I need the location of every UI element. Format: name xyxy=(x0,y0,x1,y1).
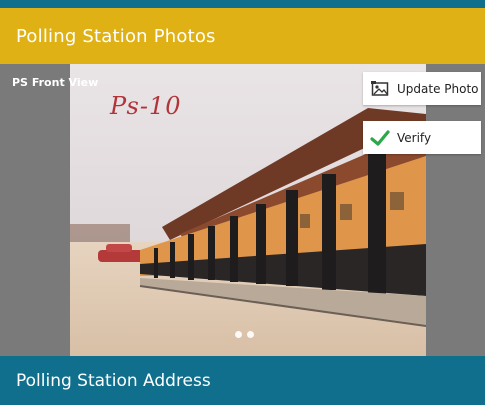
carousel-indicator[interactable] xyxy=(235,331,254,338)
carousel-dot[interactable] xyxy=(235,331,242,338)
carousel-dot[interactable] xyxy=(247,331,254,338)
photo-caption: PS Front View xyxy=(12,76,99,89)
page-title-bar: Polling Station Photos xyxy=(0,8,485,64)
app-screen: Polling Station Photos Ps-10 PS Front Vi… xyxy=(0,0,485,405)
page-title: Polling Station Photos xyxy=(16,25,216,47)
verify-button[interactable]: Verify xyxy=(363,121,481,154)
update-photo-button[interactable]: Update Photo xyxy=(363,72,481,105)
handwritten-label: Ps-10 xyxy=(110,92,182,120)
photo-viewer[interactable]: Ps-10 PS Front View Update Photo Verify xyxy=(0,64,485,356)
address-section-title: Polling Station Address xyxy=(16,370,211,391)
verify-label: Verify xyxy=(397,130,432,145)
address-section-header[interactable]: Polling Station Address xyxy=(0,356,485,405)
polling-station-photo: Ps-10 xyxy=(70,64,426,356)
check-icon xyxy=(369,127,391,149)
photo-frame-icon xyxy=(369,78,391,100)
update-photo-label: Update Photo xyxy=(397,81,479,96)
status-strip xyxy=(0,0,485,8)
